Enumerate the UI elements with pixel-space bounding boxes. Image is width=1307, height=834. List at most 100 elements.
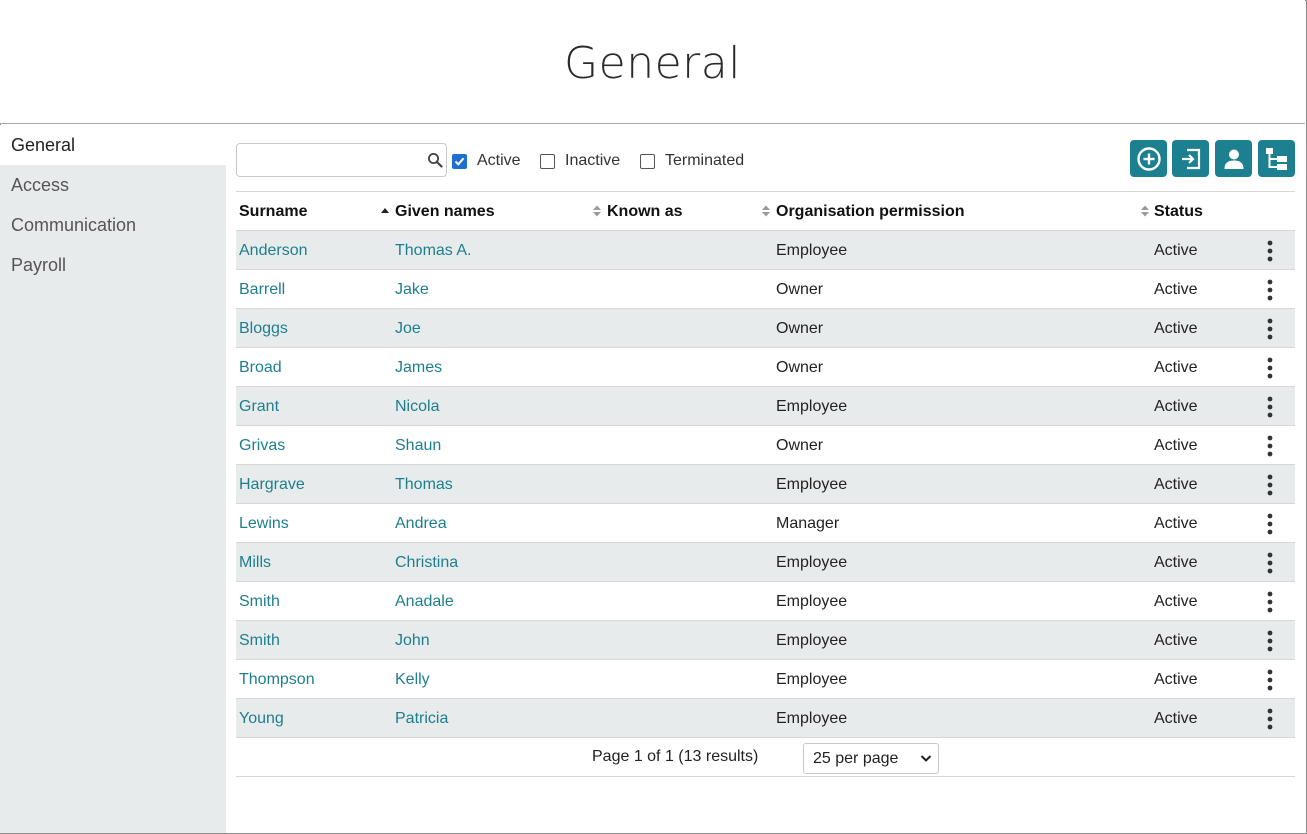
sort-unsorted-icon[interactable] [1140, 205, 1150, 217]
cell-surname[interactable]: Lewins [239, 515, 289, 533]
filter-active-label: Active [477, 152, 521, 169]
filter-terminated-label: Terminated [665, 152, 745, 169]
table-row[interactable]: Grant Nicola Employee Active [236, 387, 1295, 426]
cell-given-names[interactable]: Thomas A. [395, 242, 471, 260]
filter-inactive-label: Inactive [565, 152, 621, 169]
cell-status: Active [1154, 476, 1198, 493]
column-header-known-as[interactable]: Known as [607, 203, 683, 221]
org-chart-button[interactable] [1258, 140, 1295, 177]
kebab-menu-icon[interactable] [1260, 435, 1280, 457]
cell-given-names[interactable]: Anadale [395, 593, 454, 611]
cell-surname[interactable]: Thompson [239, 671, 315, 689]
kebab-menu-icon[interactable] [1260, 552, 1280, 574]
table-row[interactable]: Grivas Shaun Owner Active [236, 426, 1295, 465]
cell-surname[interactable]: Barrell [239, 281, 285, 299]
cell-status: Active [1154, 671, 1198, 688]
table-row[interactable]: Barrell Jake Owner Active [236, 270, 1295, 309]
filter-terminated[interactable]: Terminated [640, 152, 744, 170]
per-page-select[interactable]: 25 per page [803, 743, 939, 774]
cell-surname[interactable]: Smith [239, 632, 280, 650]
kebab-menu-icon[interactable] [1260, 240, 1280, 262]
cell-status: Active [1154, 242, 1198, 259]
kebab-menu-icon[interactable] [1260, 708, 1280, 730]
cell-given-names[interactable]: James [395, 359, 442, 377]
kebab-menu-icon[interactable] [1260, 474, 1280, 496]
cell-given-names[interactable]: Andrea [395, 515, 447, 533]
terminated-checkbox[interactable] [640, 153, 655, 169]
table-row[interactable]: Smith Anadale Employee Active [236, 582, 1295, 621]
cell-given-names[interactable]: Jake [395, 281, 429, 299]
cell-organisation-permission: Employee [776, 632, 848, 649]
filter-active[interactable]: Active [452, 152, 521, 170]
inactive-checkbox[interactable] [540, 153, 555, 169]
sort-unsorted-icon[interactable] [592, 205, 602, 217]
active-checkbox[interactable] [452, 153, 467, 169]
cell-status: Active [1154, 632, 1198, 649]
search-input[interactable] [237, 144, 417, 176]
add-button[interactable] [1130, 140, 1167, 177]
cell-status: Active [1154, 398, 1198, 415]
sidebar-item-payroll[interactable]: Payroll [0, 245, 226, 285]
table-row[interactable]: Mills Christina Employee Active [236, 543, 1295, 582]
cell-organisation-permission: Employee [776, 593, 848, 610]
filter-inactive[interactable]: Inactive [540, 152, 620, 170]
cell-organisation-permission: Manager [776, 515, 840, 532]
cell-surname[interactable]: Smith [239, 593, 280, 611]
cell-given-names[interactable]: John [395, 632, 430, 650]
cell-surname[interactable]: Young [239, 710, 284, 728]
kebab-menu-icon[interactable] [1260, 396, 1280, 418]
kebab-menu-icon[interactable] [1260, 591, 1280, 613]
cell-surname[interactable]: Grant [239, 398, 279, 416]
cell-organisation-permission: Owner [776, 281, 824, 298]
sidebar-item-communication[interactable]: Communication [0, 205, 226, 245]
kebab-menu-icon[interactable] [1260, 630, 1280, 652]
cell-surname[interactable]: Bloggs [239, 320, 288, 338]
kebab-menu-icon[interactable] [1260, 513, 1280, 535]
cell-surname[interactable]: Broad [239, 359, 282, 377]
kebab-menu-icon[interactable] [1260, 318, 1280, 340]
table-row[interactable]: Anderson Thomas A. Employee Active [236, 231, 1295, 270]
cell-organisation-permission: Employee [776, 476, 848, 493]
kebab-menu-icon[interactable] [1260, 357, 1280, 379]
column-header-organisation-permission[interactable]: Organisation permission [776, 203, 964, 221]
kebab-menu-icon[interactable] [1260, 279, 1280, 301]
cell-status: Active [1154, 320, 1198, 337]
cell-status: Active [1154, 515, 1198, 532]
table-row[interactable]: Hargrave Thomas Employee Active [236, 465, 1295, 504]
column-header-status[interactable]: Status [1154, 203, 1203, 221]
table-row[interactable]: Broad James Owner Active [236, 348, 1295, 387]
kebab-menu-icon[interactable] [1260, 669, 1280, 691]
cell-status: Active [1154, 710, 1198, 727]
add-circle-icon [1136, 146, 1161, 171]
column-header-surname[interactable]: Surname [239, 203, 307, 221]
cell-given-names[interactable]: Joe [395, 320, 421, 338]
sidebar-item-general[interactable]: General [0, 125, 226, 165]
cell-surname[interactable]: Anderson [239, 242, 308, 260]
sort-unsorted-icon[interactable] [761, 205, 771, 217]
sidebar-item-access[interactable]: Access [0, 165, 226, 205]
search-icon[interactable] [427, 152, 443, 168]
table-row[interactable]: Young Patricia Employee Active [236, 699, 1295, 738]
import-button[interactable] [1172, 140, 1209, 177]
cell-given-names[interactable]: Kelly [395, 671, 430, 689]
chevron-down-icon [920, 755, 932, 762]
cell-surname[interactable]: Mills [239, 554, 271, 572]
search-box [236, 143, 447, 177]
cell-given-names[interactable]: Patricia [395, 710, 448, 728]
cell-status: Active [1154, 554, 1198, 571]
sort-ascending-icon[interactable] [380, 205, 390, 217]
cell-given-names[interactable]: Nicola [395, 398, 439, 416]
person-button[interactable] [1215, 140, 1252, 177]
table-row[interactable]: Smith John Employee Active [236, 621, 1295, 660]
table-row[interactable]: Thompson Kelly Employee Active [236, 660, 1295, 699]
cell-surname[interactable]: Hargrave [239, 476, 305, 494]
cell-surname[interactable]: Grivas [239, 437, 285, 455]
cell-organisation-permission: Employee [776, 710, 848, 727]
table-row[interactable]: Lewins Andrea Manager Active [236, 504, 1295, 543]
cell-given-names[interactable]: Shaun [395, 437, 441, 455]
cell-given-names[interactable]: Thomas [395, 476, 453, 494]
column-header-given-names[interactable]: Given names [395, 203, 495, 221]
table-row[interactable]: Bloggs Joe Owner Active [236, 309, 1295, 348]
table-header: Surname Given names Known as Organisatio… [236, 192, 1295, 231]
cell-given-names[interactable]: Christina [395, 554, 458, 572]
